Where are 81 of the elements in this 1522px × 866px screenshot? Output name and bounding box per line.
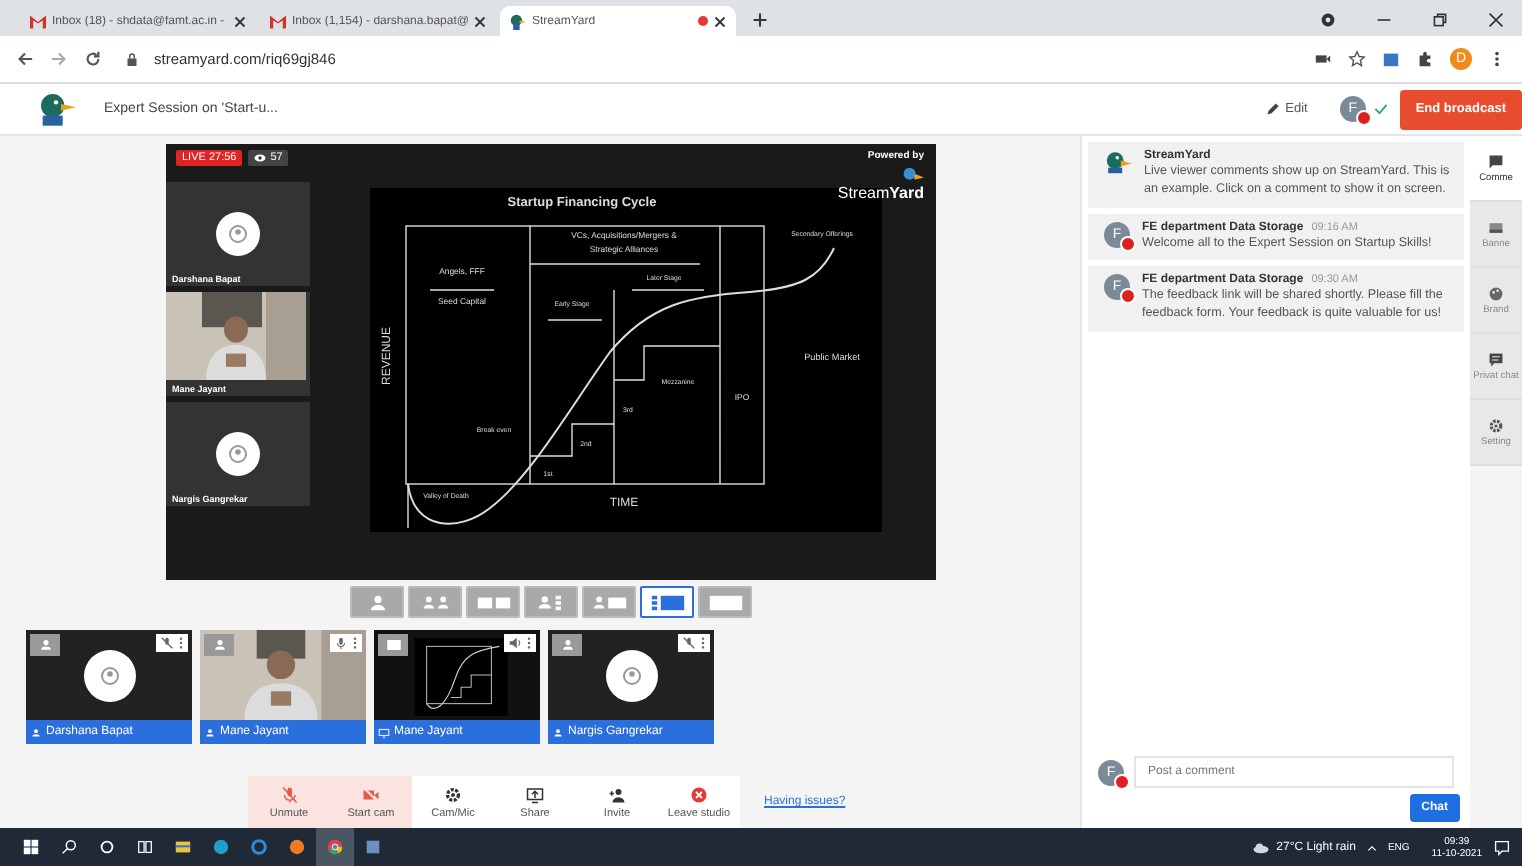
app-icon [288,838,306,856]
person-icon [552,727,564,737]
palette-icon [1488,285,1504,301]
media-icon[interactable] [1320,12,1336,28]
person-icon [559,638,575,652]
more-icon [178,636,184,650]
star-icon[interactable] [1348,50,1366,68]
close-icon[interactable] [474,15,486,27]
app-icon [326,838,344,856]
eye-icon [254,154,267,162]
gear-icon [444,785,462,803]
new-tab-icon[interactable] [752,12,768,28]
layout-icon [475,593,511,611]
lock-icon [126,51,138,67]
avatar-icon [605,649,657,701]
duck-icon [510,13,526,29]
back-icon[interactable] [16,50,34,68]
cam-off-icon [362,785,380,803]
person-icon [30,727,42,737]
monitor-icon [378,727,390,737]
camera-icon[interactable] [1314,50,1332,68]
mail-icon [270,13,286,29]
duck-logo-icon [900,166,924,184]
close-icon[interactable] [234,15,246,27]
notification-icon[interactable] [1494,839,1510,855]
close-icon[interactable] [1488,12,1504,28]
app-icon [174,838,192,856]
reload-icon[interactable] [84,50,102,68]
more-icon [526,636,532,650]
camera-toggle[interactable] [204,634,234,656]
audio-menu[interactable] [678,634,710,652]
avatar-icon [83,649,135,701]
audio-menu[interactable] [330,634,362,652]
duck-logo-icon [36,92,76,126]
chat-icon [1488,351,1504,367]
banner-icon [1488,219,1504,235]
search-icon [60,838,78,856]
windows-icon [22,838,40,856]
person-icon [37,638,53,652]
extension-icon[interactable] [1382,50,1400,68]
leave-icon [690,785,708,803]
mail-icon [30,13,46,29]
layout-button[interactable] [640,586,694,618]
share-icon [526,785,544,803]
avatar-icon [216,432,260,476]
comment-icon [1488,153,1504,169]
video-badge-icon [1114,773,1130,789]
audio-menu[interactable] [156,634,188,652]
close-icon[interactable] [714,15,726,27]
app-icon [250,838,268,856]
layout-icon [649,593,685,611]
camera-toggle[interactable] [378,634,408,656]
rectangle-icon [707,593,743,611]
check-icon [1373,102,1388,116]
audio-menu[interactable] [504,634,536,652]
video-badge-icon [1120,235,1136,252]
app-icon [364,838,382,856]
video-badge-icon [1120,288,1136,305]
app-icon [212,838,230,856]
caret-icon[interactable] [1365,841,1378,853]
avatar-icon [216,212,260,256]
camera-toggle[interactable] [30,634,60,656]
app-icon [136,838,154,856]
layout-icon [591,593,627,611]
restore-icon[interactable] [1432,12,1448,28]
brand-logo-text: StreamYard [837,184,924,202]
more-icon [352,636,358,650]
pencil-icon [1265,102,1280,116]
rectangle-icon [385,638,401,652]
duck-logo-icon [1104,150,1132,174]
cloud-icon [1252,841,1271,853]
more-icon [700,636,706,650]
camera-toggle[interactable] [552,634,582,656]
person-icon [211,638,227,652]
video-badge-icon [1355,110,1372,126]
settings-icon [1488,417,1504,433]
mic-off-icon [280,785,298,803]
person-icon [204,727,216,737]
app-icon [98,838,116,856]
puzzle-icon[interactable] [1416,50,1434,68]
invite-icon [608,785,626,803]
